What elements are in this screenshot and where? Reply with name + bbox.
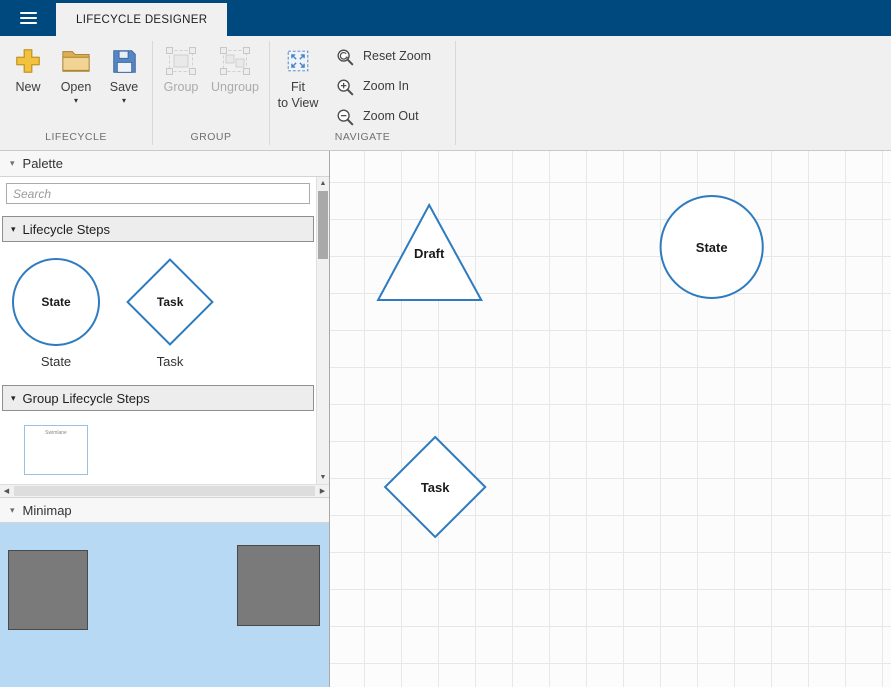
palette-panel-header[interactable]: ▾ Palette (0, 151, 329, 177)
save-caret-down-icon[interactable]: ▾ (122, 97, 126, 105)
task-diamond-shape: Task (126, 258, 214, 346)
ungroup-button[interactable]: Ungroup (205, 42, 265, 96)
open-folder-icon (61, 44, 91, 78)
save-label: Save (110, 80, 139, 96)
minimap-collapse-icon[interactable]: ▾ (10, 505, 15, 516)
group-icon (166, 44, 196, 78)
canvas-node-draft-label: Draft (414, 246, 445, 261)
minimap-title: Minimap (23, 503, 72, 518)
swimlane-shape-text: Swimlane (45, 430, 67, 436)
reset-zoom-icon (335, 47, 355, 67)
new-label: New (15, 80, 40, 96)
scroll-right-button[interactable]: ▶ (316, 485, 329, 497)
toolstrip-section-group: Group Ungroup (153, 36, 269, 150)
lifecycle-steps-title: Lifecycle Steps (23, 222, 110, 237)
zoom-in-icon (335, 77, 355, 97)
section-label-navigate: NAVIGATE (270, 131, 455, 150)
minimap-panel-header[interactable]: ▾ Minimap (0, 497, 329, 523)
toolstrip-section-navigate: Fit to View Reset Zoom (270, 36, 455, 150)
group-lifecycle-steps-title: Group Lifecycle Steps (23, 391, 150, 406)
section-label-group: GROUP (153, 131, 269, 150)
scroll-left-button[interactable]: ◀ (0, 485, 13, 497)
state-circle-shape: State (12, 258, 100, 346)
palette-search-input[interactable] (6, 183, 310, 204)
lifecycle-steps-items: State State Task Task (0, 242, 316, 379)
task-shape-text: Task (157, 295, 183, 309)
state-item-label: State (41, 354, 71, 369)
main-area: ▾ Palette ▾ Lifecycle Steps St (0, 151, 891, 687)
lifecycle-steps-collapse-icon: ▾ (11, 224, 16, 235)
minimap-view[interactable] (0, 523, 329, 687)
tab-label: LIFECYCLE DESIGNER (76, 14, 207, 26)
group-button[interactable]: Group (157, 42, 205, 96)
hamburger-menu-icon[interactable] (0, 0, 56, 36)
section-header-group-lifecycle-steps[interactable]: ▾ Group Lifecycle Steps (2, 385, 314, 411)
canvas-node-task-label: Task (421, 480, 450, 495)
tab-lifecycle-designer[interactable]: LIFECYCLE DESIGNER (56, 3, 227, 36)
app-window: LIFECYCLE DESIGNER New Open ▾ (0, 0, 891, 687)
palette-title: Palette (23, 156, 63, 171)
canvas-node-state-label: State (696, 240, 728, 255)
diagram-canvas[interactable]: Draft State Task (330, 151, 891, 687)
zoom-out-button[interactable]: Zoom Out (331, 102, 441, 131)
palette-body: ▾ Lifecycle Steps State State (0, 177, 329, 484)
open-button[interactable]: Open ▾ (52, 42, 100, 105)
zoom-in-button[interactable]: Zoom In (331, 72, 441, 101)
toolstrip: New Open ▾ Save ▾ LIFECYCLE (0, 36, 891, 151)
reset-zoom-label: Reset Zoom (363, 49, 431, 65)
fit-to-view-icon (284, 44, 312, 78)
section-label-lifecycle: LIFECYCLE (0, 131, 152, 150)
save-button[interactable]: Save ▾ (100, 42, 148, 105)
toolstrip-divider (455, 41, 456, 145)
ungroup-icon (220, 44, 250, 78)
zoom-button-list: Reset Zoom Zoom In (323, 42, 451, 131)
new-button[interactable]: New (4, 42, 52, 96)
section-header-lifecycle-steps[interactable]: ▾ Lifecycle Steps (2, 216, 314, 242)
scroll-up-button[interactable]: ▲ (317, 177, 329, 190)
fit-to-view-label: Fit to View (278, 80, 319, 111)
minimap-node (237, 545, 320, 626)
palette-item-task[interactable]: Task Task (126, 258, 214, 369)
canvas-node-state[interactable]: State (661, 196, 763, 298)
vertical-scrollbar-thumb[interactable] (318, 191, 328, 259)
ungroup-label: Ungroup (211, 80, 259, 96)
state-shape-text: State (41, 295, 70, 309)
scroll-down-button[interactable]: ▼ (317, 471, 329, 484)
fit-to-view-button[interactable]: Fit to View (274, 42, 322, 111)
sidebar: ▾ Palette ▾ Lifecycle Steps St (0, 151, 330, 687)
palette-item-state[interactable]: State State (12, 258, 100, 369)
toolstrip-section-lifecycle: New Open ▾ Save ▾ LIFECYCLE (0, 36, 152, 150)
open-caret-down-icon[interactable]: ▾ (74, 97, 78, 105)
zoom-out-icon (335, 107, 355, 127)
save-disk-icon (111, 44, 138, 78)
reset-zoom-button[interactable]: Reset Zoom (331, 42, 441, 71)
group-lifecycle-steps-collapse-icon: ▾ (11, 393, 16, 404)
canvas-node-task[interactable]: Task (385, 437, 485, 537)
group-label: Group (164, 80, 199, 96)
task-item-label: Task (157, 354, 184, 369)
canvas-node-draft[interactable]: Draft (378, 205, 481, 300)
palette-collapse-icon[interactable]: ▾ (10, 158, 15, 169)
zoom-in-label: Zoom In (363, 79, 409, 95)
zoom-out-label: Zoom Out (363, 109, 419, 125)
palette-item-swimlane[interactable]: Swimlane (24, 425, 88, 475)
minimap-node (8, 550, 88, 630)
horizontal-scrollbar-thumb[interactable] (14, 486, 315, 496)
palette-horizontal-scrollbar[interactable]: ◀ ▶ (0, 484, 329, 497)
palette-vertical-scrollbar[interactable]: ▲ ▼ (316, 177, 329, 484)
canvas-shapes: Draft State Task (330, 151, 891, 687)
titlebar: LIFECYCLE DESIGNER (0, 0, 891, 36)
new-icon (14, 44, 42, 78)
open-label: Open (61, 80, 92, 96)
